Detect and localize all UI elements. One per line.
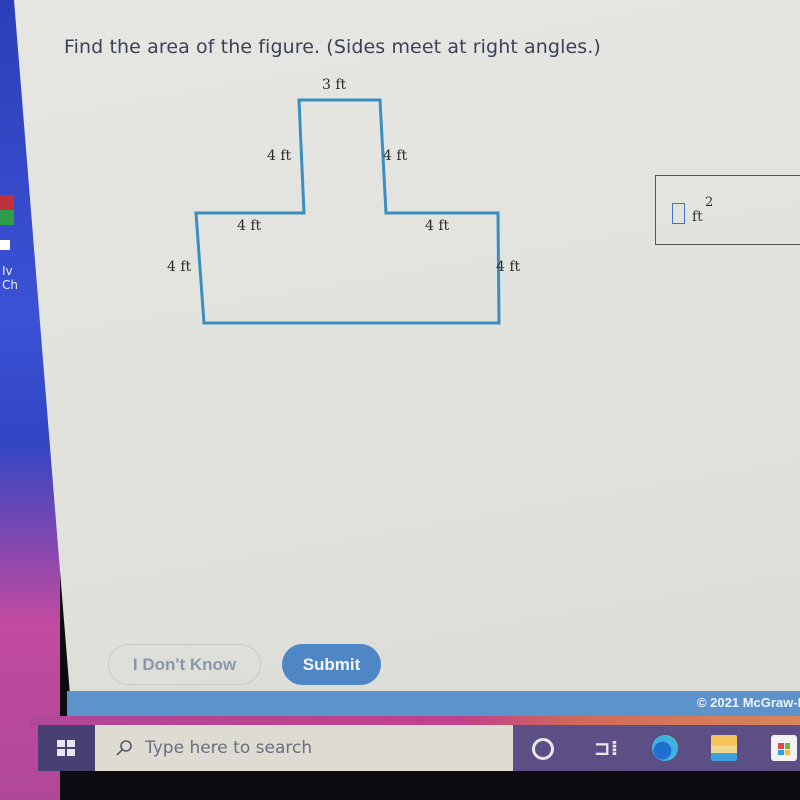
microsoft-store-icon[interactable] bbox=[771, 735, 797, 761]
label-upper-left: 4 ft bbox=[267, 148, 292, 164]
search-placeholder: Type here to search bbox=[145, 738, 313, 758]
taskbar-search-box[interactable]: Type here to search bbox=[95, 725, 513, 771]
label-top: 3 ft bbox=[322, 77, 347, 93]
label-lower-left: 4 ft bbox=[167, 259, 192, 275]
label-ledge-right: 4 ft bbox=[425, 218, 450, 234]
copyright-text: © 2021 McGraw-H bbox=[696, 695, 800, 710]
i-dont-know-button[interactable]: I Don't Know bbox=[108, 644, 261, 685]
answer-panel: ft 2 bbox=[655, 175, 800, 245]
unit-exponent: 2 bbox=[705, 195, 714, 210]
start-button[interactable] bbox=[38, 725, 95, 771]
figure-outline bbox=[194, 98, 501, 325]
label-ledge-left: 4 ft bbox=[237, 218, 262, 234]
file-explorer-icon[interactable] bbox=[711, 735, 737, 761]
desktop-icon-label[interactable]: Iv Ch bbox=[2, 264, 18, 292]
desktop-icon-label-line1: Iv bbox=[2, 264, 13, 278]
search-icon bbox=[116, 740, 132, 756]
unit-label: ft bbox=[692, 209, 703, 225]
shortcut-arrow-icon bbox=[0, 240, 10, 250]
windows-logo-icon bbox=[57, 740, 75, 756]
label-lower-right: 4 ft bbox=[496, 259, 521, 275]
edge-browser-icon[interactable] bbox=[652, 735, 678, 761]
task-view-icon[interactable]: ⊐⁞ bbox=[593, 735, 619, 761]
desktop-icon-label-line2: Ch bbox=[2, 278, 18, 292]
browser-page: Find the area of the figure. (Sides meet… bbox=[14, 0, 800, 720]
taskbar: Type here to search ⊐⁞ bbox=[38, 725, 800, 771]
desktop-app-icon[interactable] bbox=[0, 195, 14, 225]
cortana-icon[interactable] bbox=[532, 738, 554, 760]
submit-button[interactable]: Submit bbox=[282, 644, 381, 685]
footer-bar: © 2021 McGraw-H bbox=[67, 691, 800, 717]
label-upper-right: 4 ft bbox=[383, 148, 408, 164]
area-answer-input[interactable] bbox=[672, 203, 685, 224]
